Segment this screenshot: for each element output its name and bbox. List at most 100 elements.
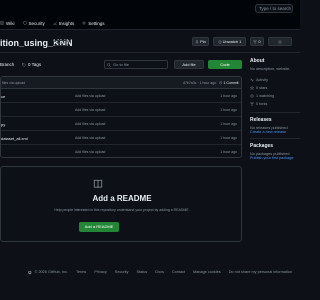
file-date: 1 hour ago (220, 94, 237, 98)
tab-insights-label: Insights (58, 20, 75, 26)
star-icon (250, 86, 254, 90)
stars-label: 0 stars (256, 86, 268, 90)
tab-settings[interactable]: Settings (82, 20, 105, 26)
file-list: files via upload d7b7a3c · 1 hour ago 1 … (0, 76, 242, 158)
repo-nav: Wiki Security Insights Settings (0, 18, 113, 28)
table-row[interactable]: ce Add files via upload 1 hour ago (1, 89, 241, 103)
table-row[interactable]: Add files via upload 1 hour ago (1, 145, 241, 157)
footer-link-security[interactable]: Security (115, 270, 129, 274)
readme-prompt: Add a README Help people interested in t… (0, 166, 242, 242)
file-commit-message[interactable]: Add files via upload (75, 136, 105, 140)
github-logo-icon[interactable] (28, 270, 32, 275)
footer-link-status[interactable]: Status (137, 270, 148, 274)
sidebar-divider (250, 112, 300, 113)
activity-link[interactable]: Activity (250, 76, 300, 84)
table-row[interactable]: dataset_all.xml Add files via upload 1 h… (1, 131, 241, 145)
forks-label: 0 forks (256, 102, 268, 106)
about-title: About (250, 58, 265, 64)
unwatch-count: 1 (239, 39, 242, 44)
footer-link-do-not-share[interactable]: Do not share my personal information (229, 270, 292, 274)
eye-icon (250, 94, 254, 98)
header-divider (0, 52, 300, 53)
footer-link-terms[interactable]: Terms (76, 270, 86, 274)
create-release-link[interactable]: Create a new release (250, 130, 300, 134)
fork-count: 0 (258, 39, 261, 44)
activity-label: Activity (256, 78, 269, 82)
pin-label: Pin (200, 39, 206, 44)
fork-button[interactable]: 0 (250, 37, 264, 46)
sidebar-divider (250, 138, 300, 139)
branches-link[interactable]: Branch (0, 60, 14, 69)
forks-link[interactable]: 0 forks (250, 100, 300, 108)
code-button[interactable]: Code (208, 60, 242, 69)
tab-settings-label: Settings (88, 20, 105, 26)
pin-button[interactable]: Pin (192, 37, 209, 46)
footer-link-privacy[interactable]: Privacy (94, 270, 106, 274)
readme-help-text: Help people interested in this repositor… (54, 208, 190, 212)
sidebar: About No description, website, Activity … (250, 58, 300, 160)
unwatch-label: Unwatch (222, 39, 239, 44)
star-icon (278, 39, 282, 44)
packages-title[interactable]: Packages (250, 143, 300, 149)
tag-icon (22, 62, 26, 67)
pulse-icon (250, 78, 254, 82)
readme-title: Add a README (92, 194, 152, 203)
star-button[interactable] (268, 37, 292, 46)
releases-title[interactable]: Releases (250, 117, 300, 123)
graph-icon (53, 21, 57, 25)
add-file-button[interactable]: Add file (174, 60, 204, 69)
go-to-file-placeholder: Go to file (113, 62, 130, 67)
file-name[interactable]: ce (1, 94, 5, 99)
gear-icon (82, 21, 86, 25)
commit-message[interactable]: files via upload (2, 81, 25, 85)
tab-security-label: Security (28, 20, 45, 26)
tab-security[interactable]: Security (22, 20, 45, 26)
tab-wiki-label: Wiki (6, 20, 15, 26)
history-icon (219, 81, 223, 85)
go-to-file-input[interactable]: Go to file (104, 60, 168, 69)
fork-icon (253, 39, 257, 44)
file-commit-message[interactable]: Add files via upload (75, 94, 105, 98)
search-button[interactable]: Type / to search (255, 4, 293, 13)
unwatch-button[interactable]: Unwatch 1 (213, 37, 246, 46)
footer-link-cookies[interactable]: Manage cookies (193, 270, 221, 274)
shield-icon (22, 21, 27, 25)
fork-icon (250, 102, 254, 106)
pin-icon (195, 39, 199, 44)
book-icon (93, 179, 103, 188)
commit-count-label: 1 Commit (223, 81, 239, 85)
top-bar: Type / to search Wiki Security Insights … (0, 0, 300, 30)
about-text: No description, website, (250, 67, 291, 71)
tags-label: 0 Tags (28, 62, 42, 67)
table-row[interactable]: Add files via upload 1 hour ago (1, 103, 241, 117)
book-icon (0, 21, 4, 25)
stars-link[interactable]: 0 stars (250, 84, 300, 92)
visibility-badge: Public (53, 40, 69, 46)
file-date: 1 hour ago (220, 108, 237, 112)
commit-hash-time[interactable]: d7b7a3c · 1 hour ago (183, 81, 216, 85)
table-row[interactable]: py Add files via upload 1 hour ago (1, 117, 241, 131)
publish-package-link[interactable]: Publish your first package (250, 156, 300, 160)
file-name[interactable]: dataset_all.xml (1, 136, 28, 141)
tags-link[interactable]: 0 Tags (22, 60, 41, 69)
commits-link[interactable]: 1 Commit (219, 81, 238, 85)
footer-link-docs[interactable]: Docs (155, 270, 164, 274)
watching-link[interactable]: 1 watching (250, 92, 300, 100)
file-commit-message[interactable]: Add files via upload (75, 150, 105, 154)
file-commit-message[interactable]: Add files via upload (75, 122, 105, 126)
file-name[interactable]: py (1, 122, 5, 127)
branches-label: Branch (0, 62, 15, 67)
file-date: 1 hour ago (220, 122, 237, 126)
tab-wiki[interactable]: Wiki (0, 21, 15, 26)
file-date: 1 hour ago (220, 150, 237, 154)
footer: © 2025 GitHub, Inc. Terms Privacy Securi… (28, 268, 300, 276)
file-commit-message[interactable]: Add files via upload (75, 108, 105, 112)
footer-copyright: © 2025 GitHub, Inc. (34, 270, 68, 274)
tab-insights[interactable]: Insights (53, 20, 75, 26)
code-label: Code (220, 62, 230, 67)
watching-label: 1 watching (256, 94, 275, 98)
eye-icon (217, 40, 222, 43)
footer-link-contact[interactable]: Contact (172, 270, 185, 274)
add-readme-button[interactable]: Add a README (79, 222, 119, 232)
file-date: 1 hour ago (220, 136, 237, 140)
